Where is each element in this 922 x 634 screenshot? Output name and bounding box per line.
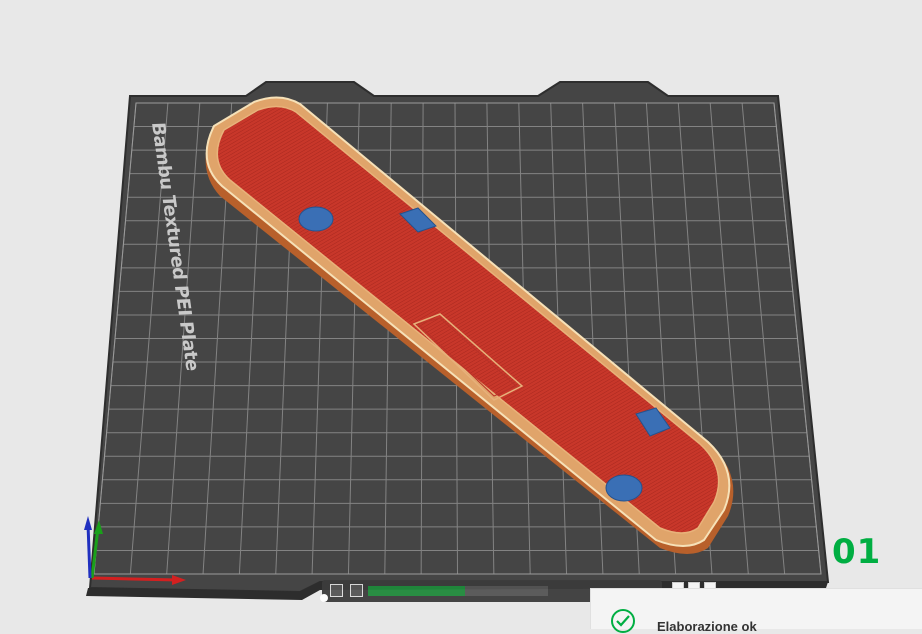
support-disc-1 — [298, 206, 334, 232]
build-plate-scene — [84, 81, 830, 600]
slice-notification[interactable]: Elaborazione ok — [590, 588, 922, 634]
layer-progress-fill — [368, 586, 466, 596]
checkmark-icon — [611, 609, 635, 633]
view-mode-icon[interactable] — [350, 584, 363, 597]
plate-number[interactable]: 01 — [832, 532, 881, 572]
notification-status: Elaborazione ok — [657, 619, 757, 634]
support-disc-2 — [605, 474, 643, 502]
layer-progress-track[interactable] — [368, 586, 548, 596]
layers-icon[interactable] — [330, 584, 343, 597]
slider-handle[interactable] — [320, 594, 328, 602]
3d-viewport[interactable]: Bambu Textured PEI Plate 01 — [0, 0, 922, 626]
